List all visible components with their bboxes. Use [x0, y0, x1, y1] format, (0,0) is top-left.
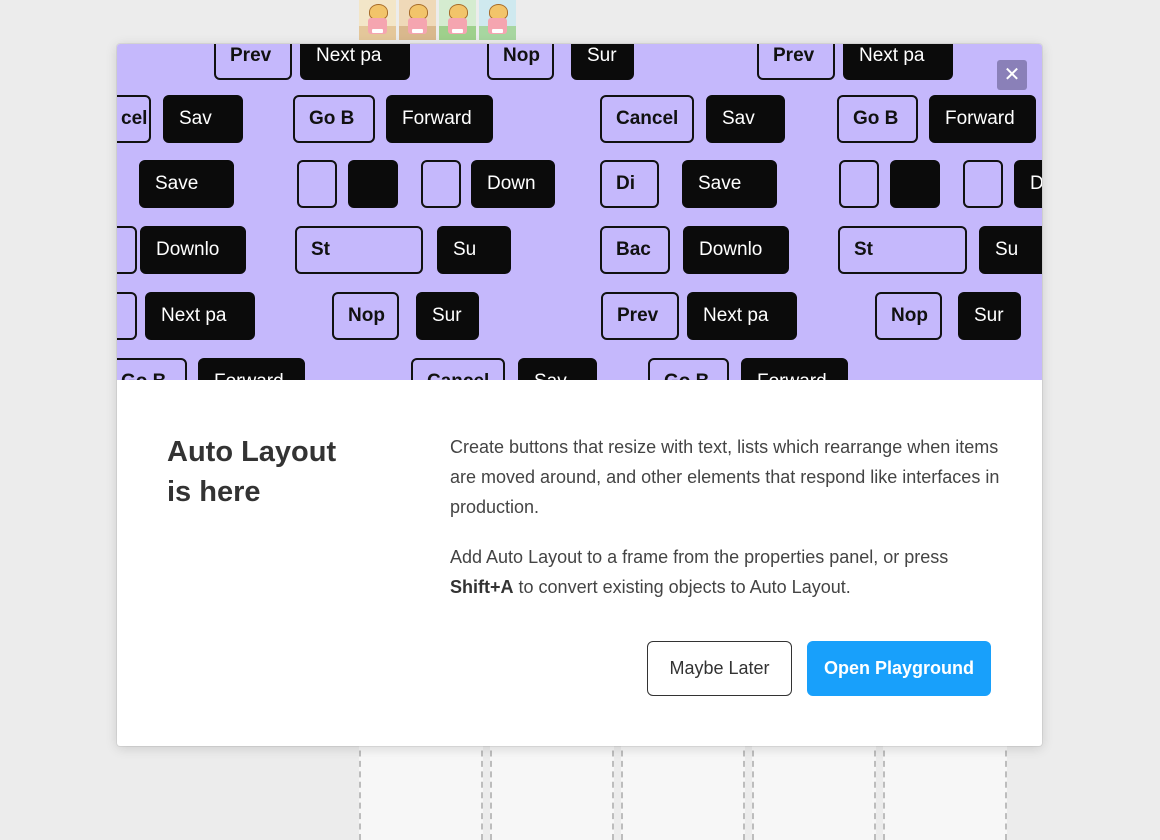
frame-thumbnail[interactable] — [479, 0, 516, 40]
hero-sample-button: Forward — [198, 358, 305, 380]
hero-sample-button — [348, 160, 398, 208]
hero-sample-button: Sav — [163, 95, 243, 143]
hero-sample-button: Forward — [386, 95, 493, 143]
hero-sample-button: Nop — [332, 292, 399, 340]
hero-sample-button: Downlo — [140, 226, 246, 274]
hero-sample-button — [963, 160, 1003, 208]
hero-sample-button — [297, 160, 337, 208]
hero-sample-button: Next pa — [843, 44, 953, 80]
hero-sample-button: Forward — [741, 358, 848, 380]
hero-sample-button: Go B — [648, 358, 729, 380]
hero-sample-button: Next pa — [300, 44, 410, 80]
hero-sample-button: Go B — [293, 95, 375, 143]
hero-sample-button: Go B — [117, 358, 187, 380]
description-paragraph: Add Auto Layout to a frame from the prop… — [450, 542, 1010, 602]
hero-sample-button: Save — [682, 160, 777, 208]
hero-sample-button: Nop — [487, 44, 554, 80]
close-icon: ✕ — [1003, 64, 1021, 86]
hero-sample-button: St — [838, 226, 967, 274]
hero-sample-button: Sur — [958, 292, 1021, 340]
hero-sample-button — [117, 292, 137, 340]
hero-sample-button: Downlo — [683, 226, 789, 274]
hero-sample-button: St — [295, 226, 423, 274]
frame-thumbnail[interactable] — [399, 0, 436, 40]
hero-sample-button: Prev — [757, 44, 835, 80]
grid-column — [883, 740, 1007, 840]
frame-thumbnail[interactable] — [439, 0, 476, 40]
hero-sample-button: Go B — [837, 95, 918, 143]
hero-sample-button: Bac — [600, 226, 670, 274]
hero-sample-button: Down — [471, 160, 555, 208]
design-canvas: Prev Next pa Nop Sur Prev Next pa cel Sav Go B Fo… — [0, 0, 1160, 840]
hero-sample-button — [890, 160, 940, 208]
hero-sample-button: Save — [139, 160, 234, 208]
hero-sample-button: Prev — [601, 292, 679, 340]
frame-thumbnails — [359, 0, 516, 40]
hero-sample-button: Forward — [929, 95, 1036, 143]
hero-sample-button: Cancel — [600, 95, 694, 143]
modal-description: Create buttons that resize with text, li… — [450, 432, 1010, 622]
hero-illustration: Prev Next pa Nop Sur Prev Next pa cel Sav Go B Fo… — [117, 44, 1042, 380]
grid-column — [490, 740, 614, 840]
hero-sample-button: Sur — [416, 292, 479, 340]
modal-title: Auto Layout is here — [167, 432, 407, 512]
modal-content: Auto Layout is here Create buttons that … — [117, 380, 1042, 746]
grid-column — [752, 740, 876, 840]
feature-announcement-modal: Prev Next pa Nop Sur Prev Next pa cel Sav Go B Fo… — [117, 44, 1042, 746]
hero-sample-button — [839, 160, 879, 208]
hero-sample-button: Su — [437, 226, 511, 274]
hero-sample-button: Prev — [214, 44, 292, 80]
maybe-later-button[interactable]: Maybe Later — [647, 641, 792, 696]
title-line: Auto Layout — [167, 436, 337, 468]
hero-sample-button: Sav — [518, 358, 597, 380]
layout-grid-columns — [359, 740, 1007, 840]
hero-sample-button: Di — [600, 160, 659, 208]
close-button[interactable]: ✕ — [997, 60, 1027, 90]
hero-sample-button: Next pa — [687, 292, 797, 340]
hero-sample-button: Cancel — [411, 358, 505, 380]
hero-sample-button: Nop — [875, 292, 942, 340]
hero-sample-button: cel — [117, 95, 151, 143]
hero-sample-button: Sur — [571, 44, 634, 80]
grid-column — [621, 740, 745, 840]
paragraph-text: Add Auto Layout to a frame from the prop… — [450, 547, 949, 567]
grid-column — [359, 740, 483, 840]
keyboard-shortcut: Shift+A — [450, 577, 514, 597]
hero-sample-button: Su — [979, 226, 1042, 274]
paragraph-text: to convert existing objects to Auto Layo… — [518, 577, 851, 597]
hero-sample-button: D — [1014, 160, 1042, 208]
hero-sample-button: Next pa — [145, 292, 255, 340]
frame-thumbnail[interactable] — [359, 0, 396, 40]
description-paragraph: Create buttons that resize with text, li… — [450, 437, 1000, 517]
hero-sample-button — [117, 226, 137, 274]
open-playground-button[interactable]: Open Playground — [807, 641, 991, 696]
hero-sample-button: Sav — [706, 95, 785, 143]
title-line: is here — [167, 476, 261, 508]
hero-sample-button — [421, 160, 461, 208]
